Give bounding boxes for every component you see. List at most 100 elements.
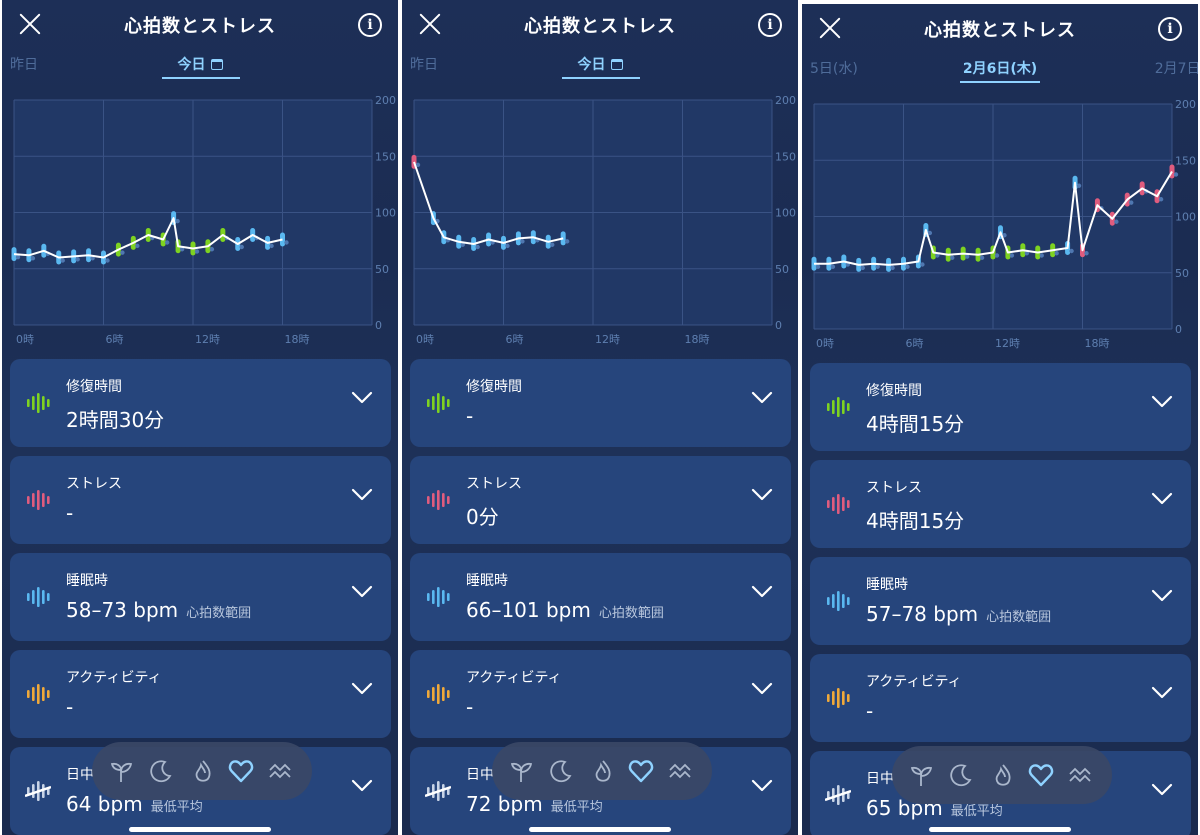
bottom-nav <box>892 746 1112 804</box>
card-value: - <box>866 699 881 723</box>
heart-icon[interactable] <box>228 758 254 784</box>
chevron-down-icon[interactable] <box>751 391 773 405</box>
chevron-down-icon[interactable] <box>351 682 373 696</box>
chevron-down-icon[interactable] <box>751 488 773 502</box>
card-value: 57–78 bpm 心拍数範囲 <box>866 602 1051 626</box>
sprout-icon[interactable] <box>908 762 934 788</box>
date-tab-current[interactable]: 今日 <box>402 54 798 74</box>
moon-icon[interactable] <box>548 758 574 784</box>
recovery-time-card[interactable]: 修復時間 - <box>410 359 791 447</box>
chevron-down-icon[interactable] <box>1151 686 1173 700</box>
recovery-time-card[interactable]: 修復時間 2時間30分 <box>10 359 391 447</box>
pulse-white-icon <box>825 785 851 805</box>
data-point <box>890 265 895 271</box>
waves-icon[interactable] <box>1068 762 1094 788</box>
data-point <box>550 242 555 247</box>
y-tick-label: 100 <box>1175 211 1196 224</box>
data-point <box>194 249 200 254</box>
date-tabs: 昨日 今日 <box>2 50 398 80</box>
card-label: ストレス <box>66 476 122 492</box>
chevron-down-icon[interactable] <box>751 682 773 696</box>
recovery-time-card[interactable]: 修復時間 4時間15分 <box>810 363 1191 451</box>
chevron-down-icon[interactable] <box>1151 589 1173 603</box>
chevron-down-icon[interactable] <box>351 585 373 599</box>
activity-card[interactable]: アクティビティ - <box>810 654 1191 742</box>
y-tick-label: 50 <box>775 263 789 276</box>
card-label: アクティビティ <box>466 670 562 686</box>
data-point <box>135 243 140 249</box>
flame-icon[interactable] <box>190 758 216 784</box>
chevron-down-icon[interactable] <box>351 779 373 793</box>
home-indicator <box>929 827 1071 832</box>
card-label: 睡眠時 <box>66 573 108 589</box>
card-label: 日中 <box>866 771 894 787</box>
moon-icon[interactable] <box>148 758 174 784</box>
chevron-down-icon[interactable] <box>751 585 773 599</box>
chevron-down-icon[interactable] <box>751 779 773 793</box>
date-tab-next[interactable]: 2月7日( <box>1155 58 1198 78</box>
flame-icon[interactable] <box>590 758 616 784</box>
data-point <box>994 253 1000 258</box>
sleep-card[interactable]: 睡眠時 66–101 bpm 心拍数範囲 <box>410 553 791 641</box>
card-value-text: - <box>866 699 874 723</box>
sleep-card[interactable]: 睡眠時 58–73 bpm 心拍数範囲 <box>10 553 391 641</box>
waves-icon[interactable] <box>268 758 294 784</box>
card-value-text: 4時間15分 <box>866 509 965 533</box>
card-value: - <box>466 695 481 719</box>
chevron-down-icon[interactable] <box>1151 395 1173 409</box>
data-point <box>505 243 510 249</box>
card-label: ストレス <box>466 476 522 492</box>
info-icon[interactable]: i <box>758 13 782 37</box>
flame-icon[interactable] <box>990 762 1016 788</box>
data-point <box>120 250 125 255</box>
home-indicator <box>529 827 671 832</box>
activity-card[interactable]: アクティビティ - <box>410 650 791 738</box>
sprout-icon[interactable] <box>108 758 134 784</box>
stress-card[interactable]: ストレス - <box>10 456 391 544</box>
header: 心拍数とストレス i <box>402 0 798 50</box>
chevron-down-icon[interactable] <box>351 391 373 405</box>
y-tick-label: 200 <box>1175 98 1196 111</box>
heart-icon[interactable] <box>1028 762 1054 788</box>
card-value-text: - <box>66 695 74 719</box>
card-value-text: 58–73 bpm <box>66 598 179 622</box>
pulse-orange-icon <box>827 688 850 708</box>
data-point <box>164 240 170 245</box>
heart-icon[interactable] <box>628 758 654 784</box>
info-icon[interactable]: i <box>1158 17 1182 41</box>
chevron-down-icon[interactable] <box>351 488 373 502</box>
card-label: 睡眠時 <box>466 573 508 589</box>
stress-card[interactable]: ストレス 0分 <box>410 456 791 544</box>
card-value-text: 57–78 bpm <box>866 602 979 626</box>
card-label: 睡眠時 <box>866 577 908 593</box>
x-tick-label: 0時 <box>16 333 34 346</box>
card-subtext: 心拍数範囲 <box>986 610 1052 625</box>
header: 心拍数とストレス i <box>2 0 398 50</box>
data-point <box>1114 219 1119 224</box>
x-tick-label: 18時 <box>285 333 310 346</box>
sprout-icon[interactable] <box>508 758 534 784</box>
card-value: 58–73 bpm 心拍数範囲 <box>66 598 251 622</box>
activity-card[interactable]: アクティビティ - <box>10 650 391 738</box>
chevron-down-icon[interactable] <box>1151 492 1173 506</box>
pulse-white-icon <box>25 781 51 801</box>
data-point <box>1039 253 1044 258</box>
y-tick-label: 0 <box>775 319 782 332</box>
sleep-card[interactable]: 睡眠時 57–78 bpm 心拍数範囲 <box>810 557 1191 645</box>
data-point <box>175 218 180 224</box>
date-tab-current[interactable]: 2月6日(木) <box>802 58 1198 78</box>
card-label: 修復時間 <box>866 383 922 399</box>
moon-icon[interactable] <box>948 762 974 788</box>
date-tab-current[interactable]: 今日 <box>2 54 398 74</box>
waves-icon[interactable] <box>668 758 694 784</box>
info-icon[interactable]: i <box>358 13 382 37</box>
data-point <box>1158 197 1164 202</box>
data-point <box>815 264 821 269</box>
data-point <box>979 255 985 260</box>
x-tick-label: 0時 <box>416 333 434 346</box>
card-value-text: - <box>466 695 474 719</box>
x-tick-label: 12時 <box>195 333 220 346</box>
chevron-down-icon[interactable] <box>1151 783 1173 797</box>
stress-card[interactable]: ストレス 4時間15分 <box>810 460 1191 548</box>
card-subtext: 最低平均 <box>550 800 603 815</box>
